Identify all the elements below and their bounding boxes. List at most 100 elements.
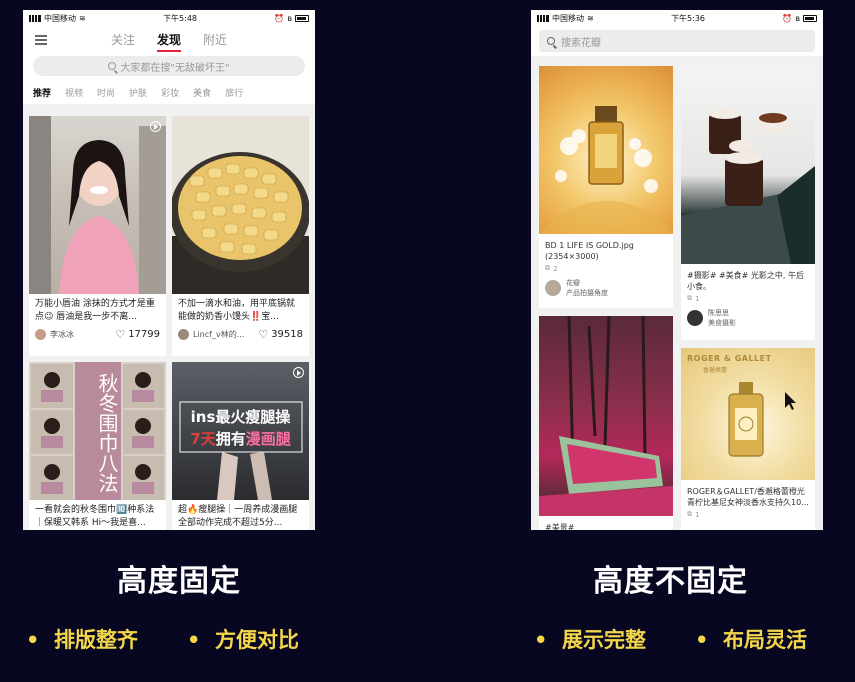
left-heading: 高度固定 <box>117 564 241 599</box>
right-heading: 高度不固定 <box>593 564 748 599</box>
avatar[interactable] <box>35 329 46 340</box>
category-tabs: 推荐 视频 时尚 护肤 彩妆 美食 旅行 <box>23 80 315 104</box>
avatar[interactable] <box>545 280 561 296</box>
search-input[interactable]: 搜索花瓣 <box>539 30 815 52</box>
status-bar: 中国移动 ≋ 下午5:36 ⏰ ʙ <box>531 10 823 26</box>
heart-icon[interactable]: ♡ <box>115 329 125 340</box>
carrier-label: 中国移动 <box>44 13 76 23</box>
pin-caption: ROGER＆GALLET/香邂格蕾橙光青柠比基尼女神淡香水支持久10... <box>687 487 809 507</box>
pin-caption: #美景# <box>545 523 575 530</box>
video-play-icon <box>150 121 161 132</box>
repin-icon: ⧉ <box>687 510 692 518</box>
right-bullet-2: • 布局灵活 <box>695 628 808 652</box>
wifi-icon: ≋ <box>79 13 86 23</box>
overlay-word-2: 拥有 <box>215 430 246 448</box>
left-bullet-1: • 排版整齐 <box>26 628 139 652</box>
user-name[interactable]: 陈思思 <box>708 308 736 318</box>
tab-nearby[interactable]: 附近 <box>203 31 227 52</box>
like-count: 39518 <box>271 329 303 340</box>
avatar[interactable] <box>178 329 189 340</box>
overlay-line-2: 7天拥有漫画腿 <box>172 428 309 449</box>
category-travel[interactable]: 旅行 <box>225 86 243 99</box>
author-name[interactable]: Lincf_v林的... <box>193 329 244 340</box>
author-name[interactable]: 李冰冰 <box>50 329 74 340</box>
left-bullet-1-text: 排版整齐 <box>54 628 139 652</box>
heart-icon[interactable]: ♡ <box>258 329 268 340</box>
right-bullet-2-text: 布局灵活 <box>723 628 808 652</box>
alarm-icon: ⏰ <box>274 13 285 23</box>
pin-image <box>681 66 815 264</box>
note-card[interactable]: 万能小唇油 涂抹的方式才是重点😉 唇油是我一步不离... 李冰冰 ♡ 17799 <box>29 116 166 356</box>
note-image <box>172 116 309 294</box>
like-count: 17799 <box>128 329 160 340</box>
right-phone-screen: 中国移动 ≋ 下午5:36 ⏰ ʙ 搜索花瓣 BD 1 LIFE IS GOLD.j… <box>531 10 823 530</box>
status-time: 下午5:48 <box>163 13 198 23</box>
user-name[interactable]: 花瓣 <box>566 278 608 288</box>
board-name[interactable]: 产品拍摄角度 <box>566 288 608 298</box>
pin-card[interactable]: #美景# <box>539 316 673 530</box>
left-bullet-2-text: 方便对比 <box>215 628 300 652</box>
bluetooth-icon: ʙ <box>795 13 800 23</box>
overlay-line-1: ins最火瘦腿操 <box>190 408 291 426</box>
pin-card[interactable]: ROGER & GALLET 香邂格蕾 ROGER＆GALLET/香邂格蕾橙光青… <box>681 348 815 530</box>
repin-count: 1 <box>695 510 700 519</box>
avatar[interactable] <box>687 310 703 326</box>
search-icon <box>547 37 555 45</box>
overlay-word-1: 7天 <box>190 430 216 448</box>
status-bar: 中国移动 ≋ 下午5:48 ⏰ ʙ <box>23 10 315 26</box>
category-food[interactable]: 美食 <box>193 86 211 99</box>
signal-icon <box>29 14 41 22</box>
battery-icon <box>803 14 817 22</box>
repin-count: 2 <box>553 264 558 273</box>
note-caption: 超🔥瘦腿操｜一周养成漫画腿 全部动作完成不超过5分... <box>178 505 298 528</box>
category-skincare[interactable]: 护肤 <box>129 86 147 99</box>
pin-image <box>539 316 673 516</box>
category-video[interactable]: 视频 <box>65 86 83 99</box>
pin-card[interactable]: #摄影# #美食# 光影之中, 午后小食。 ⧉ 1 陈思思 美食摄影 <box>681 66 815 340</box>
note-image <box>29 116 166 294</box>
note-image: 秋冬围巾八法 <box>29 362 166 500</box>
note-card[interactable]: 秋冬围巾八法 一看就会的秋冬围巾🔟种系法｜保暖又韩系 Hi～我是喜... <box>29 362 166 530</box>
battery-icon <box>295 14 309 22</box>
board-name[interactable]: 美食摄影 <box>708 318 736 328</box>
note-caption: 一看就会的秋冬围巾🔟种系法｜保暖又韩系 Hi～我是喜... <box>35 505 155 528</box>
search-bar: 搜索花瓣 <box>531 26 823 56</box>
category-makeup[interactable]: 彩妆 <box>161 86 179 99</box>
right-bullet-1: • 展示完整 <box>534 628 647 652</box>
note-card[interactable]: ins最火瘦腿操 7天拥有漫画腿 超🔥瘦腿操｜一周养成漫画腿 全部动作完成不超过… <box>172 362 309 530</box>
pin-card[interactable]: BD 1 LIFE IS GOLD.jpg (2354×3000) ⧉ 2 花瓣产… <box>539 66 673 308</box>
repin-count: 1 <box>695 294 700 303</box>
overlay-title: 秋冬围巾八法 <box>95 373 119 493</box>
overlay-word-3: 漫画腿 <box>245 430 291 448</box>
left-phone-screen: 中国移动 ≋ 下午5:48 ⏰ ʙ 关注 发现 附近 大家都在搜"无敌破坏王" 推荐… <box>23 10 315 530</box>
note-caption: 不加一滴水和油，用平底锅就能做的奶香小馒头‼️宝... <box>178 299 296 322</box>
search-placeholder: 大家都在搜"无敌破坏王" <box>120 62 230 74</box>
search-bar: 大家都在搜"无敌破坏王" <box>23 56 315 80</box>
note-card[interactable]: 不加一滴水和油，用平底锅就能做的奶香小馒头‼️宝... Lincf_v林的...… <box>172 116 309 356</box>
category-recommend[interactable]: 推荐 <box>33 86 51 99</box>
pin-caption: BD 1 LIFE IS GOLD.jpg (2354×3000) <box>545 241 634 261</box>
carrier-label: 中国移动 <box>552 13 584 23</box>
alarm-icon: ⏰ <box>782 13 793 23</box>
tab-discover[interactable]: 发现 <box>156 31 181 52</box>
search-input[interactable]: 大家都在搜"无敌破坏王" <box>33 56 305 76</box>
pin-image <box>539 66 673 234</box>
note-caption: 万能小唇油 涂抹的方式才是重点😉 唇油是我一步不离... <box>35 299 155 322</box>
top-nav: 关注 发现 附近 <box>23 26 315 56</box>
right-bullet-1-text: 展示完整 <box>562 628 647 652</box>
repin-icon: ⧉ <box>545 264 550 272</box>
repin-icon: ⧉ <box>687 294 692 302</box>
bluetooth-icon: ʙ <box>287 13 292 23</box>
note-image: ins最火瘦腿操 7天拥有漫画腿 <box>172 362 309 500</box>
search-icon <box>108 62 117 70</box>
menu-icon[interactable] <box>35 35 47 45</box>
category-fashion[interactable]: 时尚 <box>97 86 115 99</box>
video-play-icon <box>293 367 304 378</box>
tab-follow[interactable]: 关注 <box>111 31 135 52</box>
pin-caption: #摄影# #美食# 光影之中, 午后小食。 <box>687 271 804 291</box>
wifi-icon: ≋ <box>587 13 594 23</box>
pin-image: ROGER & GALLET 香邂格蕾 <box>681 348 815 480</box>
signal-icon <box>537 14 549 22</box>
status-time: 下午5:36 <box>671 13 706 23</box>
search-placeholder: 搜索花瓣 <box>561 37 601 49</box>
